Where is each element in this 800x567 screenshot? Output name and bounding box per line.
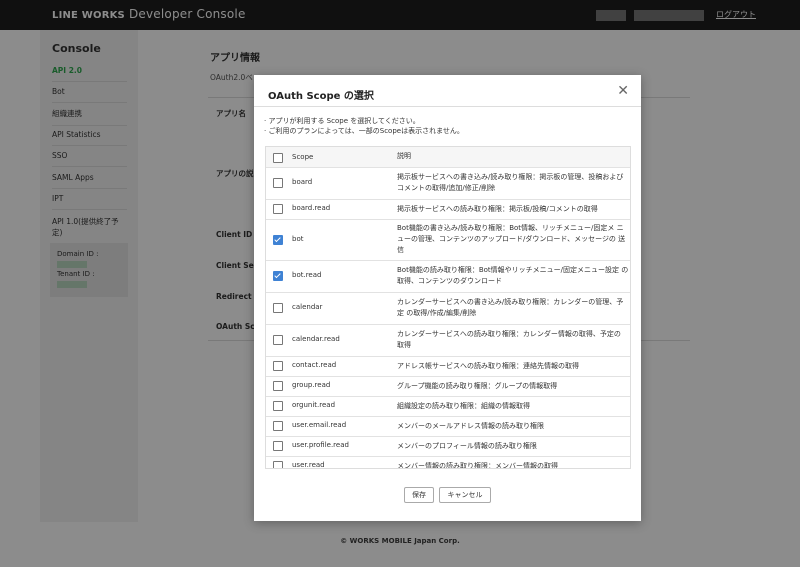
scope-row: user.profile.read メンバーのプロフィール情報の読み取り権限 xyxy=(266,436,630,457)
scope-name: calendar xyxy=(292,303,323,311)
scope-description: カレンダーサービスへの読み取り権限：カレンダー情報の取得、予定の 取得 xyxy=(397,330,621,349)
scope-description: メンバーのメールアドレス情報の読み取り権限 xyxy=(397,421,544,430)
save-button[interactable]: 保存 xyxy=(404,487,434,503)
scope-name: board.read xyxy=(292,204,331,212)
scope-description: カレンダーサービスへの書き込み/読み取り権限：カレンダーの管理、予定 の取得/作… xyxy=(397,298,624,317)
scope-row: contact.read アドレス帳サービスへの読み取り権限：連絡先情報の取得 xyxy=(266,356,630,377)
scope-name: user.read xyxy=(292,461,325,469)
scope-table-header: Scope 説明 xyxy=(266,147,630,168)
scope-row: group.read グループ機能の読み取り権限：グループの情報取得 xyxy=(266,376,630,397)
scope-checkbox[interactable] xyxy=(273,381,283,391)
scope-row: user.read メンバー情報の読み取り権限：メンバー情報の取得 xyxy=(266,456,630,469)
scope-row: board.read 掲示板サービスへの読み取り権限：掲示板/投稿/コメントの取得 xyxy=(266,199,630,220)
scope-row: user.email.read メンバーのメールアドレス情報の読み取り権限 xyxy=(266,416,630,437)
dialog-description-2: · ご利用のプランによっては、一部のScopeは表示されません。 xyxy=(264,127,464,135)
cancel-button[interactable]: キャンセル xyxy=(439,487,491,503)
scope-checkbox[interactable] xyxy=(273,421,283,431)
scope-description: Bot機能の読み取り権限：Bot情報やリッチメニュー/固定メニュー設定 の取得、… xyxy=(397,266,629,285)
column-header-scope: Scope xyxy=(292,153,314,161)
scope-checkbox[interactable] xyxy=(273,204,283,214)
scope-name: contact.read xyxy=(292,361,337,369)
scope-checkbox[interactable] xyxy=(273,361,283,371)
close-icon[interactable]: ✕ xyxy=(617,84,629,98)
scope-description: 掲示板サービスへの書き込み/読み取り権限：掲示板の管理、投稿および コメントの取… xyxy=(397,173,624,192)
scope-checkbox[interactable] xyxy=(273,441,283,451)
scope-checkbox[interactable] xyxy=(273,234,283,245)
scope-checkbox[interactable] xyxy=(273,303,283,313)
scope-row: orgunit.read 組織設定の読み取り権限：組織の情報取得 xyxy=(266,396,630,417)
scope-name: orgunit.read xyxy=(292,401,336,409)
scope-checkbox[interactable] xyxy=(273,401,283,411)
scope-row: calendar.read カレンダーサービスへの読み取り権限：カレンダー情報の取… xyxy=(266,324,630,357)
scope-description: 組織設定の読み取り権限：組織の情報取得 xyxy=(397,401,530,410)
scope-name: board xyxy=(292,178,313,186)
scope-description: アドレス帳サービスへの読み取り権限：連絡先情報の取得 xyxy=(397,361,579,370)
scope-name: bot xyxy=(292,234,304,243)
scope-name: calendar.read xyxy=(292,335,340,343)
scope-description: メンバー情報の読み取り権限：メンバー情報の取得 xyxy=(397,461,558,469)
scope-description: Bot機能の書き込み/読み取り権限：Bot情報、リッチメニュー/固定メ ニューの… xyxy=(397,224,626,254)
scope-row: board 掲示板サービスへの書き込み/読み取り権限：掲示板の管理、投稿および コ… xyxy=(266,167,630,200)
scope-name: user.email.read xyxy=(292,421,347,429)
scope-row: bot Bot機能の書き込み/読み取り権限：Bot情報、リッチメニュー/固定メ ニ… xyxy=(266,219,630,261)
scope-row: calendar カレンダーサービスへの書き込み/読み取り権限：カレンダーの管理、… xyxy=(266,292,630,325)
scope-description: グループ機能の読み取り権限：グループの情報取得 xyxy=(397,381,558,390)
scope-name: bot.read xyxy=(292,271,322,279)
scope-name: group.read xyxy=(292,381,331,389)
scope-description: メンバーのプロフィール情報の読み取り権限 xyxy=(397,441,537,450)
scope-checkbox[interactable] xyxy=(273,178,283,188)
footer-copyright: © WORKS MOBILE Japan Corp. xyxy=(340,537,460,545)
scope-checkbox[interactable] xyxy=(273,461,283,468)
dialog-title: OAuth Scope の選択 xyxy=(268,91,374,102)
dialog-divider xyxy=(254,106,641,107)
scope-checkbox[interactable] xyxy=(273,271,283,281)
scope-description: 掲示板サービスへの読み取り権限：掲示板/投稿/コメントの取得 xyxy=(397,204,598,213)
scope-table: Scope 説明 board 掲示板サービスへの書き込み/読み取り権限：掲示板の管… xyxy=(265,146,631,469)
select-all-checkbox[interactable] xyxy=(273,153,283,163)
scope-row: bot.read Bot機能の読み取り権限：Bot情報やリッチメニュー/固定メニュ… xyxy=(266,260,630,293)
dialog-description-1: · アプリが利用する Scope を選択してください。 xyxy=(264,117,420,125)
oauth-scope-dialog: OAuth Scope の選択 ✕ · アプリが利用する Scope を選択して… xyxy=(254,75,641,521)
column-header-description: 説明 xyxy=(397,152,411,160)
scope-name: user.profile.read xyxy=(292,441,349,449)
scope-checkbox[interactable] xyxy=(273,335,283,345)
